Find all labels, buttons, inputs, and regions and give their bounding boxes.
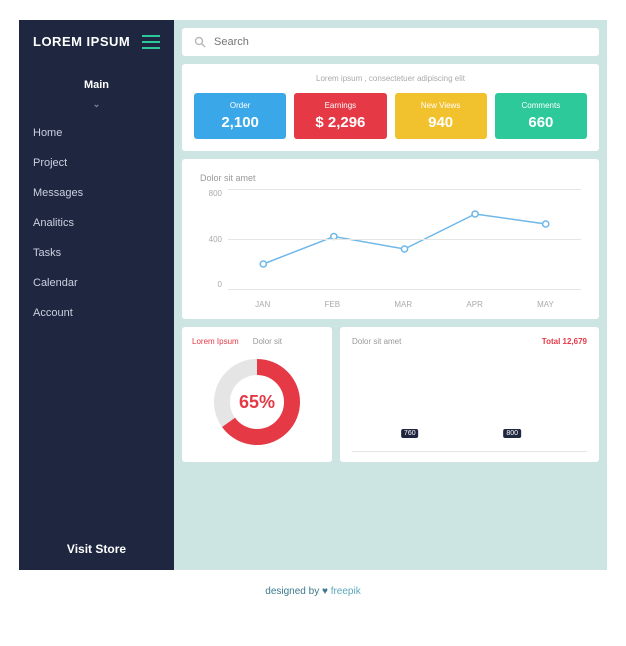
- dashboard-app: LOREM IPSUM Main ⌄ Home Project Messages Anal…: [19, 20, 607, 570]
- stat-card-order[interactable]: Order 2,100: [194, 93, 286, 139]
- y-axis-labels: 8004000: [200, 189, 222, 289]
- stat-card-earnings[interactable]: Earnings $ 2,296: [294, 93, 386, 139]
- x-axis-labels: JANFEBMARAPRMAY: [228, 300, 581, 309]
- app-title: LOREM IPSUM: [33, 34, 130, 49]
- bar-chart-header: Dolor sit amet Total 12,679: [352, 337, 587, 346]
- sidebar-item-label: Account: [33, 307, 73, 319]
- search-bar[interactable]: [182, 28, 599, 56]
- bar-chart-total: Total 12,679: [542, 337, 587, 346]
- sidebar-item-main[interactable]: Main ⌄: [19, 71, 174, 118]
- sidebar-item-account[interactable]: Account: [19, 298, 174, 328]
- page-footer: designed by ♥ freepik: [0, 586, 626, 597]
- sidebar-item-label: Calendar: [33, 277, 78, 289]
- bar-chart-title: Dolor sit amet: [352, 337, 401, 346]
- sidebar-item-tasks[interactable]: Tasks: [19, 238, 174, 268]
- bar-tooltip: 760: [401, 429, 419, 438]
- stat-label: Order: [200, 101, 280, 110]
- sidebar-item-home[interactable]: Home: [19, 118, 174, 148]
- bar-chart: 760 800: [352, 354, 587, 452]
- visit-store-button[interactable]: Visit Store: [19, 528, 174, 570]
- search-icon: [194, 36, 206, 48]
- main-content: Lorem ipsum , consectetuer adipiscing el…: [174, 20, 607, 570]
- sidebar-item-label: Messages: [33, 187, 83, 199]
- sidebar-item-messages[interactable]: Messages: [19, 178, 174, 208]
- sidebar-item-label: Project: [33, 157, 67, 169]
- stat-value: 660: [501, 114, 581, 131]
- search-input[interactable]: [214, 36, 587, 48]
- stat-value: 2,100: [200, 114, 280, 131]
- sidebar-item-project[interactable]: Project: [19, 148, 174, 178]
- line-chart-title: Dolor sit amet: [200, 173, 581, 183]
- line-chart: 8004000 JANFEBMARAPRMAY: [200, 189, 581, 309]
- sidebar: LOREM IPSUM Main ⌄ Home Project Messages Anal…: [19, 20, 174, 570]
- sidebar-item-label: Home: [33, 127, 62, 139]
- stat-label: Earnings: [300, 101, 380, 110]
- sidebar-item-label: Tasks: [33, 247, 61, 259]
- bottom-row: Lorem IpsumDolor sit 65% Dolor sit amet …: [182, 327, 599, 462]
- donut-card: Lorem IpsumDolor sit 65%: [182, 327, 332, 462]
- stat-label: Comments: [501, 101, 581, 110]
- stats-row: Order 2,100 Earnings $ 2,296 New Views 940 Com…: [194, 93, 587, 139]
- sidebar-item-label: Analitics: [33, 217, 74, 229]
- stat-label: New Views: [401, 101, 481, 110]
- stats-subtitle: Lorem ipsum , consectetuer adipiscing el…: [194, 74, 587, 83]
- stat-card-comments[interactable]: Comments 660: [495, 93, 587, 139]
- sidebar-item-label: Main: [84, 79, 109, 91]
- stats-card: Lorem ipsum , consectetuer adipiscing el…: [182, 64, 599, 151]
- sidebar-item-calendar[interactable]: Calendar: [19, 268, 174, 298]
- stat-card-new-views[interactable]: New Views 940: [395, 93, 487, 139]
- sidebar-nav: Main ⌄ Home Project Messages Analitics Tasks Ca…: [19, 63, 174, 528]
- chevron-down-icon: ⌄: [93, 99, 101, 110]
- donut-chart: 65%: [192, 352, 322, 452]
- stat-value: $ 2,296: [300, 114, 380, 131]
- sidebar-header: LOREM IPSUM: [19, 20, 174, 63]
- bar-chart-card: Dolor sit amet Total 12,679 760 800: [340, 327, 599, 462]
- donut-header: Lorem IpsumDolor sit: [192, 337, 322, 346]
- menu-icon[interactable]: [142, 35, 160, 49]
- chart-grid: [228, 189, 581, 289]
- stat-value: 940: [401, 114, 481, 131]
- line-chart-card: Dolor sit amet 8004000 JANFEBMARAPRMAY: [182, 159, 599, 319]
- sidebar-item-analitics[interactable]: Analitics: [19, 208, 174, 238]
- donut-percent: 65%: [239, 392, 275, 413]
- bar-tooltip: 800: [503, 429, 521, 438]
